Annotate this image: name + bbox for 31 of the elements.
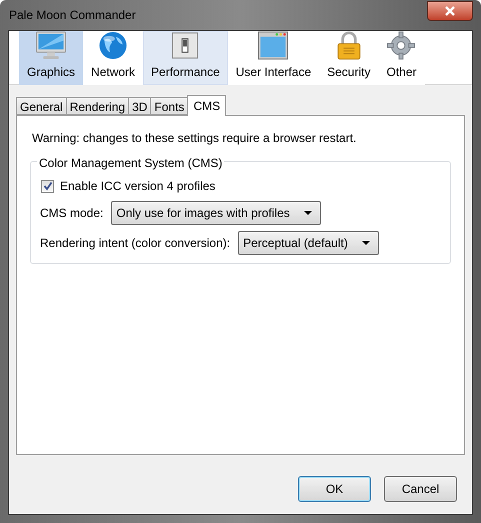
close-button[interactable] [427,1,473,21]
window-icon [257,31,290,60]
dialog-button[interactable]: OK [298,476,371,502]
tab[interactable]: 3D [128,97,150,115]
caret-icon [362,241,370,245]
tab[interactable]: CMS [187,95,226,116]
gear-icon [386,31,416,60]
window-title: Pale Moon Commander [9,7,136,24]
checkbox[interactable] [41,180,54,192]
dropdown[interactable]: Perceptual (default) [238,231,379,255]
globe-icon [98,31,128,60]
check-icon [42,181,52,191]
tab[interactable]: Rendering [66,97,128,115]
preference-pane-button[interactable]: Graphics [19,31,84,85]
warning-text: Warning: changes to these settings require a browser restart. [32,130,358,147]
tab[interactable]: General [16,97,66,115]
preference-pane-button[interactable]: Security [319,31,378,85]
monitor-icon [35,31,68,60]
preference-pane-button[interactable]: Network [83,31,144,85]
caret-icon [304,211,312,215]
close-icon [444,6,456,16]
field-label: Rendering intent (color conversion): [40,235,230,252]
preference-pane-button[interactable]: Other [378,31,424,85]
tab[interactable]: Fonts [150,97,188,115]
field-label: CMS mode: [40,205,104,222]
preference-pane-button[interactable]: Performance [143,31,228,85]
padlock-icon [334,31,363,60]
checkbox-label: Enable ICC version 4 profiles [60,178,216,195]
preference-pane-button[interactable]: User Interface [228,31,320,85]
dropdown[interactable]: Only use for images with profiles [111,201,321,225]
dialog-button[interactable]: Cancel [384,476,457,502]
